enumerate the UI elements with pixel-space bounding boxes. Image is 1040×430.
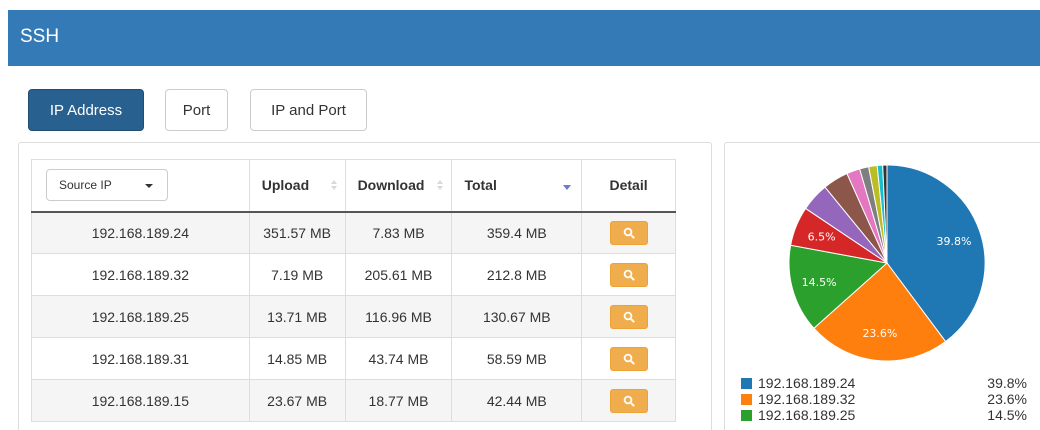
table-row: 192.168.189.15 23.67 MB 18.77 MB 42.44 MB	[31, 379, 676, 422]
cell-detail	[581, 253, 676, 296]
legend-item: 192.168.189.25 14.5%	[741, 407, 1027, 423]
legend-swatch	[741, 409, 752, 421]
page-title: SSH	[20, 26, 60, 47]
cell-upload: 23.67 MB	[249, 379, 346, 422]
cell-detail	[581, 295, 676, 338]
sort-desc-icon	[563, 185, 572, 190]
upload-column-header[interactable]: Upload	[249, 159, 346, 213]
legend-swatch	[741, 377, 752, 389]
source-ip-select[interactable]: Source IP	[46, 169, 168, 202]
cell-detail	[581, 337, 676, 380]
cell-total: 42.44 MB	[451, 379, 583, 422]
upload-header-label: Upload	[261, 177, 310, 194]
cell-total: 212.8 MB	[451, 253, 583, 296]
pie-slice-label: 6.5%	[808, 230, 836, 243]
table-row: 192.168.189.25 13.71 MB 116.96 MB 130.67 MB	[31, 295, 676, 338]
sort-icon	[330, 180, 337, 192]
page: SSH IP Address Port IP and Port Source I…	[0, 0, 1040, 430]
legend-percent: 39.8%	[987, 375, 1027, 391]
pie-chart: 39.8% 23.6% 14.5% 6.5%	[788, 164, 986, 362]
search-icon	[623, 269, 635, 281]
legend-item: 192.168.189.32 23.6%	[741, 391, 1027, 407]
table-panel: Source IP Upload Download Total Detail 1…	[18, 142, 712, 430]
legend-percent: 14.5%	[987, 407, 1027, 423]
pie-slice-label: 39.8%	[936, 235, 971, 248]
caret-down-icon	[145, 184, 153, 189]
legend-percent: 23.6%	[987, 391, 1027, 407]
cell-upload: 13.71 MB	[249, 295, 346, 338]
legend-label: 192.168.189.24	[758, 375, 856, 391]
ip-address-button[interactable]: IP Address	[28, 89, 144, 131]
total-header-label: Total	[464, 177, 497, 194]
download-column-header[interactable]: Download	[345, 159, 453, 213]
traffic-table: Source IP Upload Download Total Detail 1…	[31, 159, 676, 422]
download-header-label: Download	[357, 177, 425, 194]
table-header-row: Source IP Upload Download Total Detail	[31, 159, 676, 213]
cell-ip: 192.168.189.32	[31, 253, 250, 296]
search-icon	[623, 395, 635, 407]
table-row: 192.168.189.32 7.19 MB 205.61 MB 212.8 MB	[31, 253, 676, 296]
detail-button[interactable]	[609, 220, 648, 245]
table-row: 192.168.189.24 351.57 MB 7.83 MB 359.4 MB	[31, 211, 676, 254]
chart-panel: 39.8% 23.6% 14.5% 6.5% 192.168.189.24 39.8% 1…	[724, 142, 1040, 430]
detail-button[interactable]	[609, 346, 648, 371]
cell-download: 18.77 MB	[345, 379, 453, 422]
cell-ip: 192.168.189.25	[31, 295, 250, 338]
legend-label: 192.168.189.25	[758, 407, 856, 423]
cell-download: 205.61 MB	[345, 253, 453, 296]
legend-item: 192.168.189.24 39.8%	[741, 375, 1027, 391]
cell-download: 7.83 MB	[345, 211, 453, 254]
ip-and-port-button[interactable]: IP and Port	[250, 89, 367, 131]
detail-column-header: Detail	[581, 159, 676, 213]
cell-detail	[581, 379, 676, 422]
detail-button[interactable]	[609, 262, 648, 287]
search-icon	[623, 311, 635, 323]
page-header: SSH	[8, 10, 1040, 66]
sort-icon	[437, 180, 444, 192]
cell-detail	[581, 211, 676, 254]
cell-download: 116.96 MB	[345, 295, 453, 338]
cell-ip: 192.168.189.24	[31, 211, 250, 254]
cell-upload: 7.19 MB	[249, 253, 346, 296]
detail-button[interactable]	[609, 388, 648, 413]
cell-ip: 192.168.189.15	[31, 379, 250, 422]
cell-upload: 14.85 MB	[249, 337, 346, 380]
cell-total: 359.4 MB	[451, 211, 583, 254]
cell-total: 58.59 MB	[451, 337, 583, 380]
cell-download: 43.74 MB	[345, 337, 453, 380]
total-column-header[interactable]: Total	[451, 159, 583, 213]
source-ip-header: Source IP	[31, 159, 250, 213]
table-row: 192.168.189.31 14.85 MB 43.74 MB 58.59 MB	[31, 337, 676, 380]
legend-swatch	[741, 393, 752, 405]
chart-legend: 192.168.189.24 39.8% 192.168.189.32 23.6% 19…	[741, 375, 1027, 423]
detail-button[interactable]	[609, 304, 648, 329]
legend-label: 192.168.189.32	[758, 391, 856, 407]
cell-ip: 192.168.189.31	[31, 337, 250, 380]
cell-total: 130.67 MB	[451, 295, 583, 338]
detail-header-label: Detail	[609, 177, 648, 194]
port-button[interactable]: Port	[165, 89, 228, 131]
search-icon	[623, 227, 635, 239]
pie-slice-label: 23.6%	[862, 327, 897, 340]
source-ip-select-value: Source IP	[59, 178, 112, 193]
cell-upload: 351.57 MB	[249, 211, 346, 254]
search-icon	[623, 353, 635, 365]
pie-slice-label: 14.5%	[802, 276, 837, 289]
